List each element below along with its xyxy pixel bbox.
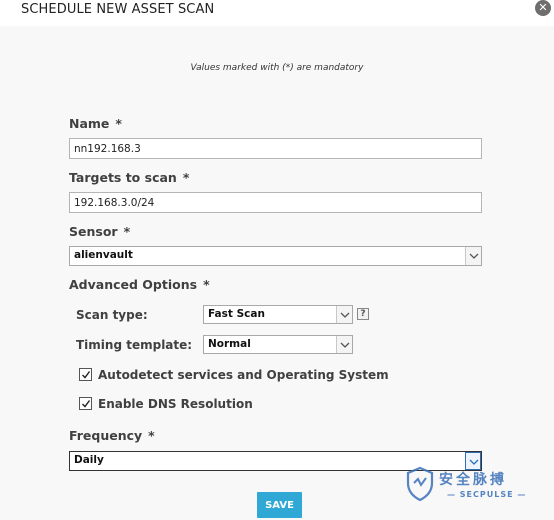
targets-input[interactable] — [69, 192, 482, 213]
check-icon — [82, 400, 91, 408]
secpulse-watermark: 安全脉搏 — SECPULSE — — [405, 466, 545, 506]
required-marker: * — [203, 277, 210, 292]
dialog-titlebar: SCHEDULE NEW ASSET SCAN ✕ — [0, 0, 554, 26]
name-label-text: Name — [69, 116, 110, 131]
autodetect-label: Autodetect services and Operating System — [98, 368, 389, 382]
sensor-label: Sensor * — [69, 224, 130, 239]
sensor-selected-value: alienvault — [74, 249, 133, 261]
timing-template-label: Timing template: — [76, 338, 193, 352]
frequency-label-text: Frequency — [69, 428, 143, 443]
name-input[interactable] — [69, 138, 482, 159]
scan-type-selected-value: Fast Scan — [208, 308, 265, 320]
mandatory-note: Values marked with (*) are mandatory — [190, 63, 364, 73]
scan-type-label: Scan type: — [76, 308, 148, 322]
chevron-down-icon — [465, 247, 481, 265]
autodetect-checkbox[interactable] — [79, 368, 92, 381]
dialog-title: SCHEDULE NEW ASSET SCAN — [21, 2, 215, 17]
frequency-label: Frequency * — [69, 428, 155, 443]
required-marker: * — [182, 170, 190, 185]
sensor-label-text: Sensor — [69, 224, 118, 239]
advanced-options-label: Advanced Options * — [69, 277, 210, 292]
dns-resolution-label: Enable DNS Resolution — [98, 397, 253, 411]
save-button[interactable]: SAVE — [257, 492, 302, 518]
frequency-selected-value: Daily — [74, 454, 104, 466]
chevron-down-icon — [336, 336, 352, 353]
required-marker: * — [148, 428, 155, 443]
sensor-select[interactable]: alienvault — [69, 246, 482, 266]
scan-type-select[interactable]: Fast Scan — [203, 305, 353, 324]
dns-resolution-checkbox[interactable] — [79, 397, 92, 410]
required-marker: * — [115, 116, 122, 131]
dialog-body — [0, 26, 554, 520]
chevron-down-icon — [336, 306, 352, 323]
watermark-text: 安全脉搏 — [439, 472, 507, 488]
name-label: Name * — [69, 116, 122, 131]
advanced-label-text: Advanced Options — [69, 277, 198, 292]
help-icon[interactable]: ? — [357, 308, 369, 320]
timing-template-select[interactable]: Normal — [203, 335, 353, 354]
targets-label: Targets to scan * — [69, 170, 189, 185]
targets-label-text: Targets to scan — [69, 170, 177, 185]
shield-icon — [406, 466, 434, 502]
close-icon[interactable]: ✕ — [535, 0, 551, 16]
watermark-subtext: — SECPULSE — — [447, 490, 527, 499]
required-marker: * — [123, 224, 131, 239]
check-icon — [82, 371, 91, 379]
timing-template-selected-value: Normal — [208, 338, 251, 350]
